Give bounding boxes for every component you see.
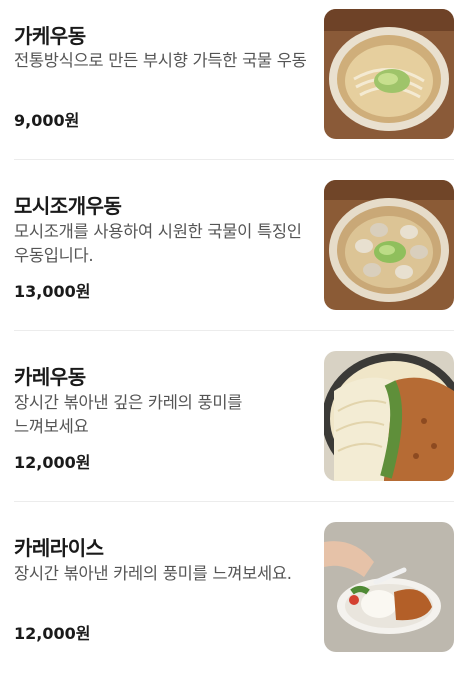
menu-item-clam-udon[interactable]: 모시조개우동 모시조개를 사용하여 시원한 국물이 특징인 우동입니다. 13,…: [0, 171, 470, 343]
menu-item-description: 전통방식으로 만든 부시향 가득한 국물 우동: [14, 51, 307, 70]
clam-udon-image: [324, 180, 454, 310]
menu-item-name: 카레라이스: [14, 536, 104, 560]
curry-rice-photo: [324, 522, 454, 652]
menu-item-curry-rice[interactable]: 카레라이스 장시간 볶아낸 카레의 풍미를 느껴보세요. 12,000원: [0, 513, 470, 685]
menu-item-curry-udon[interactable]: 카레우동 장시간 볶아낸 깊은 카레의 풍미를 느껴보세요 12,000원: [0, 342, 470, 514]
menu-item-name: 카레우동: [14, 365, 86, 389]
divider: [14, 159, 454, 160]
menu-item-price: 9,000원: [14, 111, 80, 130]
curry-udon-photo: [324, 351, 454, 481]
menu-item-name: 모시조개우동: [14, 194, 122, 218]
curry-rice-image: [324, 522, 454, 652]
divider: [14, 330, 454, 331]
curry-udon-image: [324, 351, 454, 481]
kake-udon-image: [324, 9, 454, 139]
menu-item-name: 가케우동: [14, 24, 86, 48]
menu-item-description: 모시조개를 사용하여 시원한 국물이 특징인 우동입니다.: [14, 222, 302, 265]
menu-list: 가케우동 전통방식으로 만든 부시향 가득한 국물 우동 9,000원 모시조개…: [0, 0, 470, 665]
clam-udon-photo: [324, 180, 454, 310]
kake-udon-photo: [324, 9, 454, 139]
menu-item-price: 12,000원: [14, 453, 91, 472]
menu-item-description: 장시간 볶아낸 카레의 풍미를 느껴보세요.: [14, 564, 292, 583]
menu-item-kake-udon[interactable]: 가케우동 전통방식으로 만든 부시향 가득한 국물 우동 9,000원: [0, 0, 470, 172]
menu-item-price: 12,000원: [14, 624, 91, 643]
menu-item-price: 13,000원: [14, 282, 91, 301]
menu-item-description: 장시간 볶아낸 깊은 카레의 풍미를 느껴보세요: [14, 393, 243, 436]
divider: [14, 501, 454, 502]
